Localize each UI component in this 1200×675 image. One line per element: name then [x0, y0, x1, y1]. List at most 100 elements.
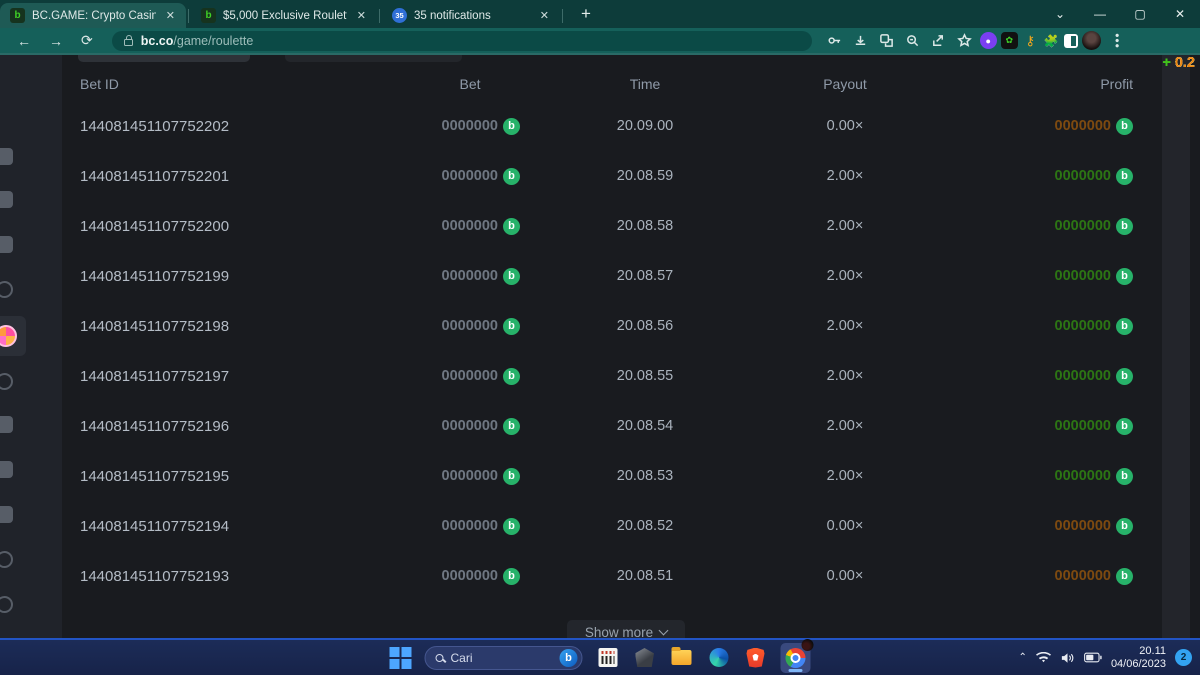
token-icon [0, 281, 13, 298]
new-tab-button[interactable]: + [575, 4, 597, 24]
back-button[interactable]: ← [8, 33, 40, 49]
extension-gear-icon[interactable]: ✿ [1001, 32, 1018, 49]
volume-icon[interactable] [1060, 652, 1075, 664]
taskbar-center: Cari b [390, 643, 811, 673]
tab-search-chevron-icon[interactable]: ⌄ [1040, 7, 1080, 21]
pinned-app-icon[interactable] [633, 646, 657, 670]
games-icon[interactable] [0, 411, 17, 437]
extensions-puzzle-icon[interactable]: 🧩 [1043, 32, 1060, 49]
dice-icon [0, 373, 13, 390]
grid-app-icon [598, 648, 617, 667]
tab-title: $5,000 Exclusive Roulette Prestig [223, 10, 347, 22]
tab-separator [379, 9, 380, 23]
taskbar-clock[interactable]: 20.11 04/06/2023 [1111, 645, 1166, 671]
casino-icon[interactable] [0, 231, 17, 257]
maximize-button[interactable]: ▢ [1120, 7, 1160, 21]
bet-history-table: Bet ID Bet Time Payout Profit 1440814511… [80, 67, 1133, 601]
bet-rows: 144081451107752202 0.20000000b 20.09.00 … [80, 101, 1133, 601]
dice-icon[interactable] [0, 368, 17, 394]
share-icon[interactable] [928, 30, 950, 52]
start-button-icon[interactable] [390, 647, 412, 669]
page-content: Bet ID Bet Time Payout Profit 1440814511… [0, 55, 1200, 638]
hidden-icons-chevron-icon[interactable]: ⌃ [1019, 652, 1027, 663]
slots-icon [0, 191, 13, 208]
browser-toolbar: ← → ⟳ bc.co/game/roulette ● ✿ ⚷ 🧩 ••• [0, 28, 1200, 55]
file-explorer-button[interactable] [670, 646, 694, 670]
brave-button[interactable] [744, 646, 768, 670]
clock-icon[interactable] [0, 591, 17, 617]
tab-roulette-promo[interactable]: b $5,000 Exclusive Roulette Prestig ✕ [191, 3, 377, 28]
notification-count-badge[interactable]: 2 [1175, 649, 1192, 666]
pinned-app-icon[interactable] [596, 646, 620, 670]
download-icon[interactable] [850, 30, 872, 52]
window-controls: ⌄ — ▢ ✕ [1040, 0, 1200, 28]
tab-notifications[interactable]: 35 35 notifications ✕ [382, 3, 560, 28]
game-sidebar [0, 55, 62, 638]
roulette-icon [0, 325, 17, 347]
tab-title: BC.GAME: Crypto Casino Games [32, 10, 156, 22]
chevron-down-icon [659, 625, 669, 635]
url-text: bc.co/game/roulette [141, 34, 254, 48]
bookmark-star-icon[interactable] [954, 30, 976, 52]
sports-icon [0, 148, 13, 165]
system-tray: ⌃ 20.11 04/06/2023 2 [1019, 645, 1192, 671]
bing-icon: b [560, 649, 578, 667]
cards-icon [0, 461, 13, 478]
tab-bcgame[interactable]: b BC.GAME: Crypto Casino Games ✕ [0, 3, 186, 28]
taskbar-search-box[interactable]: Cari b [425, 646, 583, 670]
bet-history-panel: Bet ID Bet Time Payout Profit 1440814511… [62, 55, 1190, 638]
profit-cell: 0.20000000b [920, 567, 1133, 585]
tab-close-icon[interactable]: ✕ [537, 9, 552, 22]
extension-purple-icon[interactable]: ● [980, 32, 997, 49]
crash-icon[interactable] [0, 501, 17, 527]
tab-title: 35 notifications [414, 10, 530, 22]
token-icon[interactable] [0, 276, 17, 302]
close-button[interactable]: ✕ [1160, 7, 1200, 21]
profile-avatar[interactable] [1082, 31, 1101, 50]
cards-icon[interactable] [0, 456, 17, 482]
sports-icon[interactable] [0, 143, 17, 169]
active-app-indicator [789, 669, 803, 672]
windows-taskbar: Cari b ⌃ 20.11 04/06/2023 2 [0, 638, 1200, 675]
search-label: Cari [451, 651, 553, 665]
games-icon [0, 416, 13, 433]
brave-icon [747, 648, 765, 668]
translate-icon[interactable] [876, 30, 898, 52]
url-host: bc.co [141, 34, 174, 48]
lock-icon [124, 39, 133, 46]
wifi-icon[interactable] [1036, 652, 1051, 664]
table-row[interactable]: 144081451107752193 0.20000000b 20.08.51 … [80, 551, 1133, 601]
browser-tab-strip: b BC.GAME: Crypto Casino Games ✕ b $5,00… [0, 0, 1200, 28]
tab-separator [562, 9, 563, 23]
reload-button[interactable]: ⟳ [72, 32, 102, 49]
show-more-label: Show more [585, 625, 653, 639]
bcgame-favicon-icon: b [201, 8, 216, 23]
clock-icon [0, 596, 13, 613]
zoom-out-icon[interactable] [902, 30, 924, 52]
search-icon [436, 654, 444, 662]
battery-icon[interactable] [1084, 652, 1102, 663]
menu-kebab-icon[interactable]: ••• [1110, 33, 1124, 49]
split-screen-icon[interactable] [1064, 34, 1078, 48]
tab-close-icon[interactable]: ✕ [163, 9, 178, 22]
password-key-icon[interactable] [824, 30, 846, 52]
tab-close-icon[interactable]: ✕ [354, 9, 369, 22]
casino-icon [0, 236, 13, 253]
roulette-icon[interactable] [0, 316, 26, 356]
profit-amount-main: 0.2 [124, 55, 1200, 638]
show-more-button[interactable]: Show more [567, 620, 685, 638]
extension-gold-key-icon[interactable]: ⚷ [1022, 32, 1039, 49]
address-bar[interactable]: bc.co/game/roulette [112, 31, 812, 51]
lottery-icon [0, 551, 13, 568]
bcgame-favicon-icon: b [10, 8, 25, 23]
edge-button[interactable] [707, 646, 731, 670]
chrome-icon [786, 648, 806, 668]
forward-button[interactable]: → [40, 33, 72, 49]
minimize-button[interactable]: — [1080, 7, 1120, 21]
edge-icon [709, 648, 728, 667]
clock-date: 04/06/2023 [1111, 658, 1166, 671]
lottery-icon[interactable] [0, 546, 17, 572]
slots-icon[interactable] [0, 186, 17, 212]
crash-icon [0, 506, 13, 523]
chrome-button[interactable] [781, 643, 811, 673]
